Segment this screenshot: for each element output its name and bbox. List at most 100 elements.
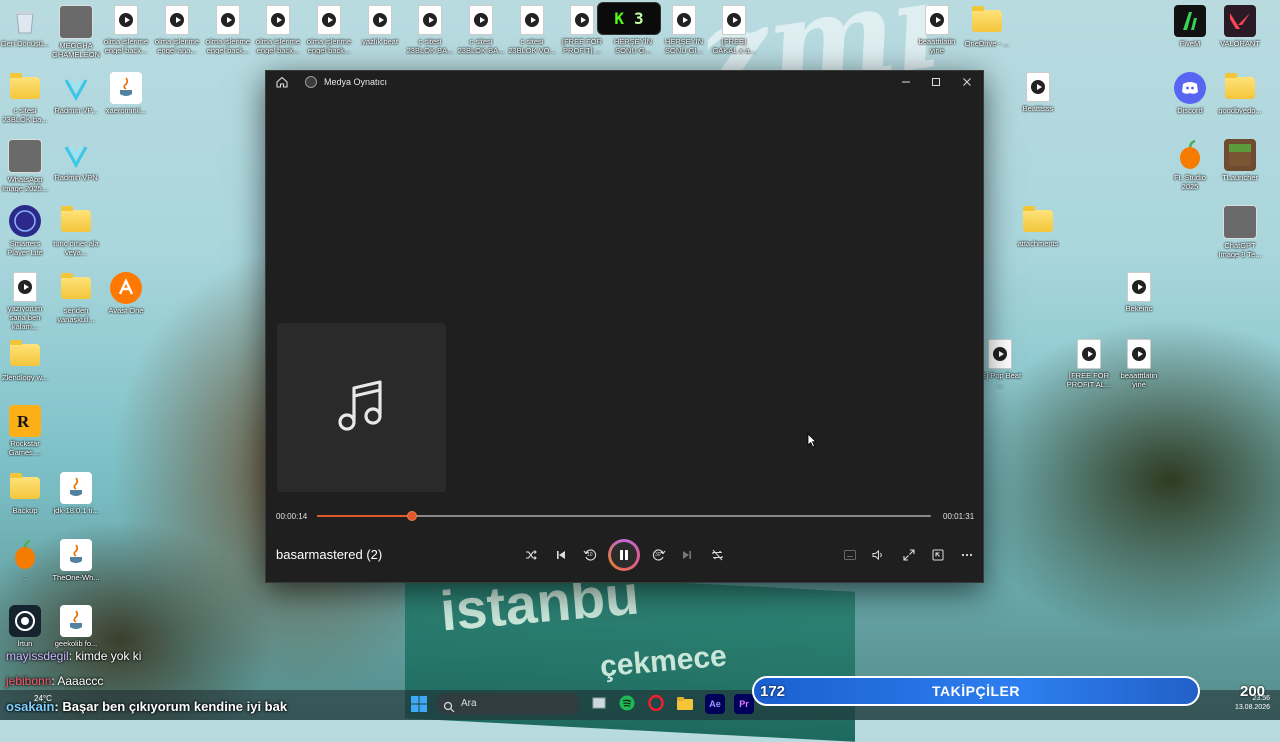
desktop-icon-free2[interactable]: [FREE] GAKAL x a... xyxy=(709,5,759,55)
forward-30-icon: 30 xyxy=(652,548,666,562)
desktop-icon-chatgpt[interactable]: ChatGPT Image 8 Te... xyxy=(1215,205,1265,259)
desktop-icon-label: Discord xyxy=(1177,106,1203,115)
shuffle-icon xyxy=(525,549,537,561)
desktop-icon-lrtun[interactable]: lrtun xyxy=(0,605,50,648)
desktop-icon-radmin2[interactable]: Radmin VPN xyxy=(51,139,101,182)
desktop-icon-whatsapp[interactable]: WhatsApp Image 2025... xyxy=(0,139,50,193)
desktop-icon-olma3[interactable]: olma işlerime engel back... xyxy=(203,5,253,55)
desktop-icon-valorant[interactable]: VALORANT xyxy=(1215,5,1265,48)
desktop-icon-backup[interactable]: Backup xyxy=(0,472,50,515)
desktop-icon-senden[interactable]: senden yanaşkull... xyxy=(51,272,101,324)
desktop-icon-tlauncher[interactable]: TLauncher xyxy=(1215,139,1265,182)
title-bar[interactable]: Medya Oynatıcı xyxy=(266,71,983,93)
desktop-icon-fivem[interactable]: FiveM xyxy=(1165,5,1215,48)
desktop-icon-olma2[interactable]: olma işlerime engel ana... xyxy=(152,5,202,55)
home-icon[interactable] xyxy=(275,75,289,89)
seek-bar[interactable] xyxy=(317,511,931,521)
desktop-icon-csitesi4[interactable]: c sitesi 23BLOK ba... xyxy=(0,72,50,124)
desktop-icon-olma1[interactable]: olma işlerime engel back... xyxy=(101,5,151,55)
desktop-icon-megga[interactable]: MEGGHA GHAMELEON xyxy=(51,5,101,59)
desktop-icon-zlendlogy[interactable]: Zlendlogy w... xyxy=(0,339,50,382)
desktop-icon-label: c sitesi 23BLOK BA... xyxy=(406,37,454,55)
desktop-icon-yazlik[interactable]: yazlık beat xyxy=(355,5,405,46)
volume-button[interactable] xyxy=(867,544,889,566)
chat-username: osakain xyxy=(6,699,55,714)
desktop-icon-theone[interactable]: TheOne-Wh... xyxy=(51,539,101,582)
taskbar-task-view[interactable] xyxy=(589,694,609,714)
desktop-icon-csitesi2[interactable]: c sitesi 23BLOK BA... xyxy=(456,5,506,55)
desktop-icon-geekolli[interactable]: geekolib fo... xyxy=(51,605,101,648)
clock-date: 13.08.2026 xyxy=(1234,704,1270,711)
mouse-cursor xyxy=(807,433,817,452)
shuffle-button[interactable] xyxy=(520,544,542,566)
more-options-button[interactable] xyxy=(956,544,978,566)
desktop-icon-avast[interactable]: Avast One xyxy=(101,272,151,315)
desktop-icon-jdk[interactable]: jdk-18.0.1 ti... xyxy=(51,472,101,515)
desktop-icon-smarters[interactable]: Smarters Player Lite xyxy=(0,205,50,257)
desktop-icon-olma5[interactable]: olma işlerime engel back... xyxy=(304,5,354,55)
desktop-icon-olma4[interactable]: olma işlerime engel back... xyxy=(253,5,303,55)
desktop-icon-label: c sitesi 23BLOK BA... xyxy=(457,37,505,55)
desktop-icon-beatttsss[interactable]: Beatttsss xyxy=(1013,72,1063,113)
desktop-icon-attachments[interactable]: attachments xyxy=(1013,205,1063,248)
desktop-icon-herseyin2[interactable]: HERŞEYİN SONU Gİ... xyxy=(659,5,709,55)
taskbar-file-explorer[interactable] xyxy=(675,694,695,714)
subtitles-button[interactable] xyxy=(839,544,861,566)
desktop-icon-recycle[interactable]: Geri Dönüşü... xyxy=(0,5,50,48)
taskbar-opera[interactable] xyxy=(646,694,666,714)
chat-text: : kimde yok ki xyxy=(68,649,142,663)
followers-goal-bar: TAKİPÇİLER xyxy=(752,676,1200,706)
folder-icon xyxy=(9,472,41,504)
desktop-icon-fl2[interactable]: . xyxy=(0,539,50,582)
desktop-icon-label: yazıyorum sana ben kalam... xyxy=(7,304,43,331)
java-icon xyxy=(60,605,92,637)
desktop-icon-goodbye[interactable]: goodbyedp... xyxy=(1215,72,1265,115)
desktop-icon-yazlyom[interactable]: yazıyorum sana ben kalam... xyxy=(0,272,50,331)
desktop-icon-radmin1[interactable]: Radmin VP... xyxy=(51,72,101,115)
miniplayer-icon xyxy=(932,549,944,561)
desktop-icon-label: TLauncher xyxy=(1222,173,1258,182)
desktop-icon-flstudio[interactable]: FL Studio 2025 xyxy=(1165,139,1215,191)
desktop-icon-csitesi3[interactable]: c sitesi 23BLOK VO... xyxy=(507,5,557,55)
desktop-icon-label: olma işlerime engel back... xyxy=(306,37,352,55)
play-pause-button[interactable] xyxy=(608,539,640,571)
desktop-icon-discord[interactable]: Discord xyxy=(1165,72,1215,115)
radmin-icon xyxy=(60,139,92,171)
repeat-button[interactable] xyxy=(706,544,728,566)
maximize-button[interactable] xyxy=(921,71,951,93)
search-icon xyxy=(443,698,455,713)
miniplayer-button[interactable] xyxy=(927,544,949,566)
desktop-icon-rockstar[interactable]: R Rockstar Games ... xyxy=(0,405,50,457)
desktop-icon-onedrive[interactable]: OneDrive - ... xyxy=(962,5,1012,48)
seek-bar-thumb[interactable] xyxy=(406,511,417,521)
desktop-icon-label: Rockstar Games ... xyxy=(8,439,42,457)
taskbar-spotify[interactable] xyxy=(617,694,637,714)
rewind-10-button[interactable]: 10 xyxy=(579,544,601,566)
desktop-icon-free3[interactable]: [FREE FOR PROFIT AL... xyxy=(1064,339,1114,389)
more-icon xyxy=(961,553,973,557)
close-button[interactable] xyxy=(952,71,982,93)
previous-button[interactable] xyxy=(550,544,572,566)
fullscreen-button[interactable] xyxy=(898,544,920,566)
desktop-icon-xaero[interactable]: xaerominil... xyxy=(101,72,151,115)
start-button[interactable] xyxy=(410,695,428,713)
taskbar-premiere[interactable]: Pr xyxy=(734,694,754,714)
next-button[interactable] xyxy=(676,544,698,566)
taskbar-search-box[interactable]: Ara xyxy=(435,693,580,715)
chat-text: : Aaaaccc xyxy=(51,674,104,688)
rockstar-icon: R xyxy=(9,405,41,437)
volume-icon xyxy=(872,549,884,561)
forward-30-button[interactable]: 30 xyxy=(648,544,670,566)
desktop-icon-label: WhatsApp Image 2025... xyxy=(2,175,48,193)
desktop-icon-csitesi1[interactable]: c sitesi 23BLOK BA... xyxy=(405,5,455,55)
desktop-icon-bekeinc[interactable]: Bekeinc xyxy=(1114,272,1164,313)
taskbar-after-effects[interactable]: Ae xyxy=(705,694,725,714)
desktop-icon-label: olma işlerime engel back... xyxy=(255,37,301,55)
desktop-icon-beaat2[interactable]: beaatttlatin yine xyxy=(1114,339,1164,389)
spotify-icon xyxy=(619,695,635,713)
discord-icon xyxy=(1174,72,1206,104)
minimize-button[interactable] xyxy=(891,71,921,93)
recycle-icon xyxy=(9,5,41,37)
desktop-icon-beaatlatin[interactable]: beaatttlatin yine xyxy=(912,5,962,55)
desktop-icon-tunc[interactable]: tunç ömer ala veya... xyxy=(51,205,101,257)
